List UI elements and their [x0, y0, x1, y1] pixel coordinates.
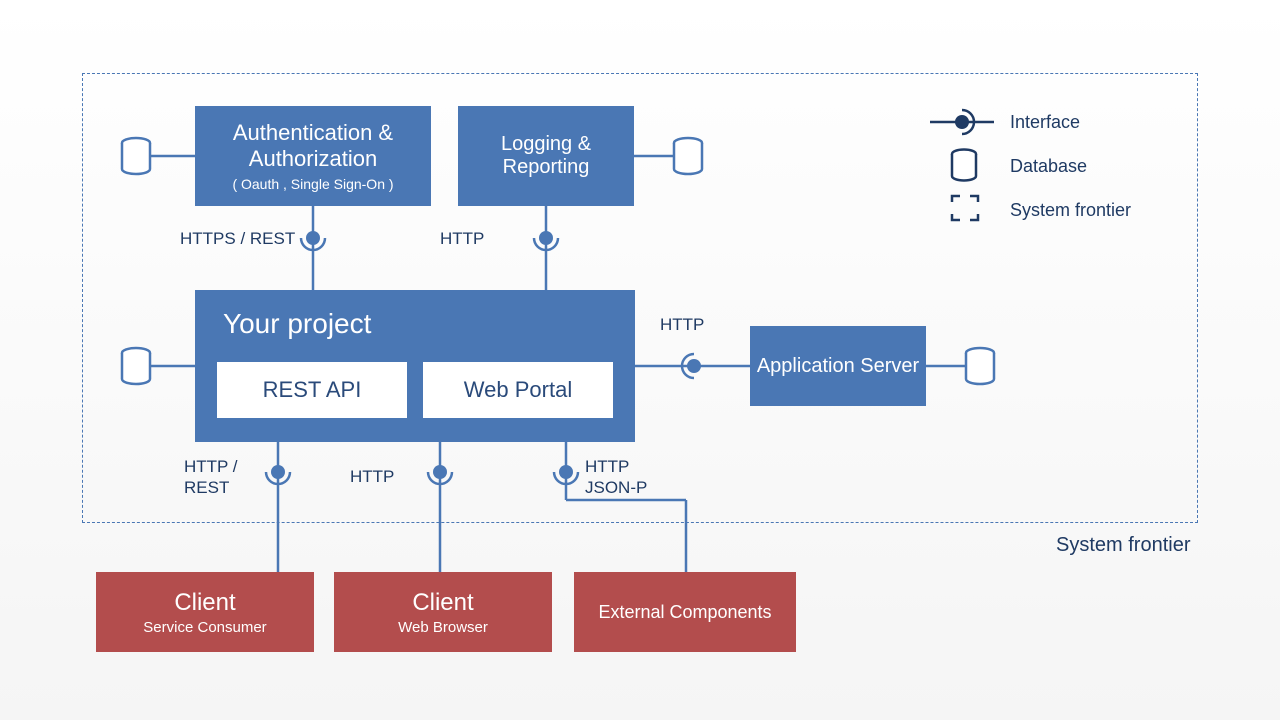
logging-conn-label: HTTP [440, 228, 484, 249]
appserver-conn-label: HTTP [660, 314, 704, 335]
legend-interface-label: Interface [1010, 112, 1080, 133]
legend-frontier-label: System frontier [1010, 200, 1131, 221]
external-conn-label: HTTP JSON-P [585, 456, 655, 499]
auth-conn-label: HTTPS / REST [180, 228, 295, 249]
appserver-box: Application Server [750, 326, 926, 406]
rest-api-inset: REST API [217, 362, 407, 418]
external-title: External Components [598, 602, 771, 623]
external-components-box: External Components [574, 572, 796, 652]
client1-sub: Service Consumer [143, 619, 266, 636]
client2-conn-label: HTTP [350, 466, 394, 487]
client2-title: Client [412, 589, 473, 617]
frontier-caption: System frontier [1056, 534, 1190, 557]
auth-subtitle: ( Oauth , Single Sign-On ) [232, 176, 393, 192]
auth-title: Authentication & Authorization [195, 120, 431, 172]
appserver-title: Application Server [757, 355, 919, 378]
client-service-consumer-box: Client Service Consumer [96, 572, 314, 652]
client1-title: Client [174, 589, 235, 617]
client2-sub: Web Browser [398, 619, 488, 636]
auth-box: Authentication & Authorization ( Oauth ,… [195, 106, 431, 206]
logging-title: Logging & Reporting [458, 133, 634, 179]
legend-database-label: Database [1010, 156, 1087, 177]
client1-conn-label: HTTP / REST [184, 456, 254, 499]
client-web-browser-box: Client Web Browser [334, 572, 552, 652]
project-box: Your project REST API Web Portal [195, 290, 635, 442]
project-title: Your project [223, 308, 371, 340]
logging-box: Logging & Reporting [458, 106, 634, 206]
web-portal-inset: Web Portal [423, 362, 613, 418]
